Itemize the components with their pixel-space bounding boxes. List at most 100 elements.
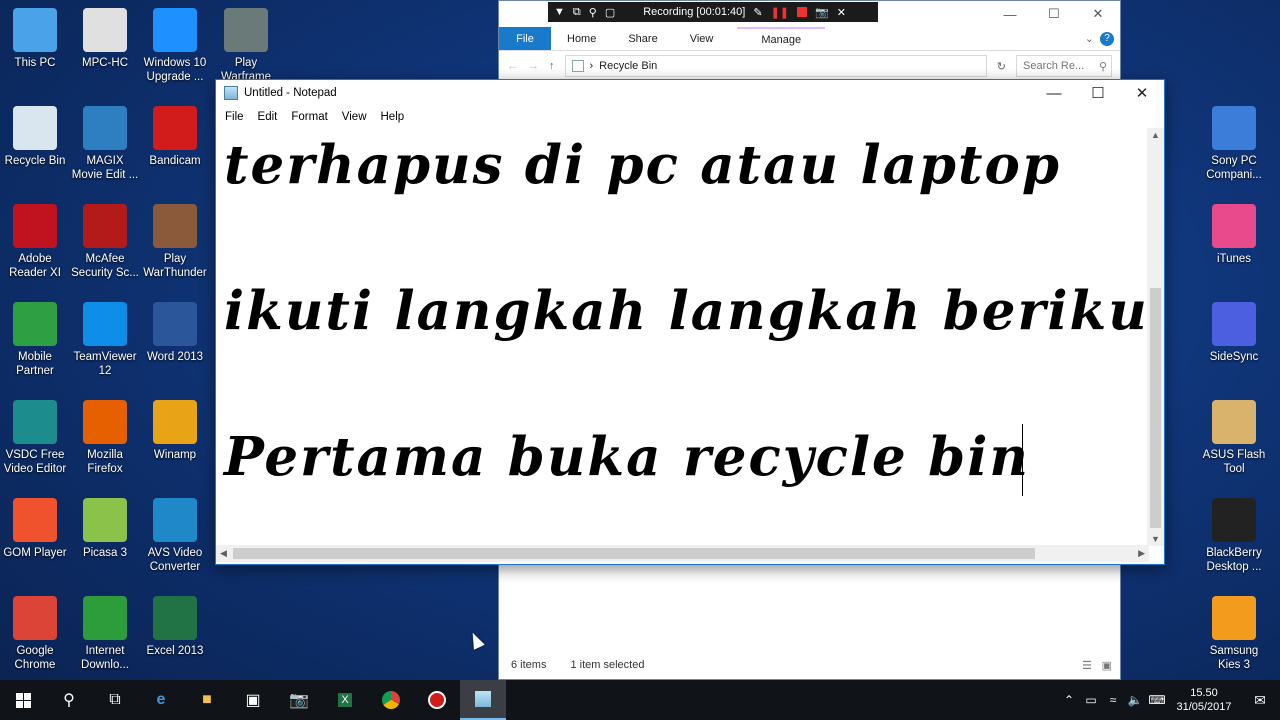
show-hidden-icons-icon[interactable]: ⌃ xyxy=(1058,693,1080,707)
desktop-icon[interactable]: Play WarThunder xyxy=(140,200,210,292)
start-button[interactable] xyxy=(0,680,46,720)
asus-flash-icon xyxy=(1212,400,1256,444)
taskbar-camera[interactable]: 📷 xyxy=(276,680,322,720)
desktop-icon[interactable]: Picasa 3 xyxy=(70,494,140,586)
desktop-icon[interactable]: Recycle Bin xyxy=(0,102,70,194)
breadcrumb[interactable]: Recycle Bin xyxy=(599,60,657,72)
scroll-down-icon[interactable]: ▼ xyxy=(1151,534,1160,544)
large-icons-view-icon[interactable]: ▣ xyxy=(1102,659,1112,672)
vertical-scroll-thumb[interactable] xyxy=(1150,288,1161,528)
desktop-icon[interactable]: Windows 10 Upgrade ... xyxy=(140,4,210,96)
menu-edit[interactable]: Edit xyxy=(251,111,285,123)
recording-toolbar[interactable]: ▼ ⧉ ⚲ ▢ Recording [00:01:40] ✎ ❚❚ 📷 ✕ xyxy=(548,2,878,22)
pause-icon[interactable]: ❚❚ xyxy=(771,6,789,19)
taskbar-excel[interactable]: X xyxy=(322,680,368,720)
maximize-icon[interactable]: ☐ xyxy=(1032,1,1076,27)
desktop-icon[interactable]: Mobile Partner xyxy=(0,298,70,390)
desktop-icon[interactable]: GOM Player xyxy=(0,494,70,586)
taskbar-edge[interactable]: e xyxy=(138,680,184,720)
vertical-scrollbar[interactable]: ▲ ▼ xyxy=(1147,128,1164,546)
fullscreen-icon[interactable]: ▢ xyxy=(605,6,615,19)
horizontal-scrollbar[interactable]: ◀ ▶ xyxy=(216,545,1149,562)
battery-icon[interactable]: ▭ xyxy=(1080,693,1102,707)
help-icon[interactable]: ? xyxy=(1100,32,1114,46)
wifi-icon[interactable]: ≈ xyxy=(1102,693,1124,707)
desktop-icon[interactable]: McAfee Security Sc... xyxy=(70,200,140,292)
notepad-titlebar[interactable]: Untitled - Notepad — ☐ ✕ xyxy=(216,80,1164,106)
desktop-icon[interactable]: ASUS Flash Tool xyxy=(1199,396,1269,488)
dropdown-icon[interactable]: ▼ xyxy=(554,6,565,18)
recording-close-icon[interactable]: ✕ xyxy=(837,6,846,19)
tab-share[interactable]: Share xyxy=(612,27,673,50)
text-editor[interactable]: terhapus di pc atau laptop ikuti langkah… xyxy=(222,128,1150,546)
minimize-icon[interactable]: — xyxy=(1032,80,1076,106)
search-input[interactable]: Search Re... ⚲ xyxy=(1016,55,1112,77)
desktop-icon[interactable]: VSDC Free Video Editor xyxy=(0,396,70,488)
desktop-icon[interactable]: Excel 2013 xyxy=(140,592,210,684)
clock-date: 31/05/2017 xyxy=(1176,701,1232,713)
desktop-icon[interactable]: AVS Video Converter xyxy=(140,494,210,586)
sidesync-icon xyxy=(1212,302,1256,346)
details-view-icon[interactable]: ☰ xyxy=(1082,659,1092,672)
desktop-icon[interactable]: Word 2013 xyxy=(140,298,210,390)
edge-icon: e xyxy=(156,691,166,708)
store-icon: ▣ xyxy=(245,692,261,709)
pencil-icon[interactable]: ✎ xyxy=(753,6,762,19)
notepad-window[interactable]: Untitled - Notepad — ☐ ✕ File Edit Forma… xyxy=(215,79,1165,565)
menu-help[interactable]: Help xyxy=(374,111,412,123)
search-button[interactable]: ⚲ xyxy=(46,680,92,720)
action-center-icon[interactable]: ✉ xyxy=(1240,692,1280,709)
desktop-icon[interactable]: This PC xyxy=(0,4,70,96)
desktop-icon[interactable]: iTunes xyxy=(1199,200,1269,292)
desktop-icon[interactable]: Google Chrome xyxy=(0,592,70,684)
desktop-icon[interactable]: Adobe Reader XI xyxy=(0,200,70,292)
task-view-button[interactable]: ⧉ xyxy=(92,680,138,720)
close-icon[interactable]: ✕ xyxy=(1076,1,1120,27)
refresh-icon[interactable]: ↻ xyxy=(997,60,1006,73)
desktop-icon[interactable]: Mozilla Firefox xyxy=(70,396,140,488)
taskbar-store[interactable]: ▣ xyxy=(230,680,276,720)
tab-file[interactable]: File xyxy=(499,27,551,50)
maximize-icon[interactable]: ☐ xyxy=(1076,80,1120,106)
close-icon[interactable]: ✕ xyxy=(1120,80,1164,106)
desktop-icon[interactable]: Internet Downlo... xyxy=(70,592,140,684)
taskbar-file-explorer[interactable]: ■ xyxy=(184,680,230,720)
desktop-icon[interactable]: Samsung Kies 3 xyxy=(1199,592,1269,684)
camera-icon[interactable]: 📷 xyxy=(815,6,829,19)
up-arrow-icon[interactable]: ↑ xyxy=(549,60,555,72)
taskbar-chrome[interactable] xyxy=(368,680,414,720)
desktop-icon[interactable]: MPC-HC xyxy=(70,4,140,96)
address-bar[interactable]: › Recycle Bin xyxy=(564,55,987,77)
minimize-icon[interactable]: — xyxy=(988,1,1032,27)
scroll-left-icon[interactable]: ◀ xyxy=(220,548,227,559)
clock-time: 15.50 xyxy=(1190,687,1218,699)
desktop-icon[interactable]: TeamViewer 12 xyxy=(70,298,140,390)
forward-arrow-icon[interactable]: → xyxy=(528,60,539,72)
clock[interactable]: 15.50 31/05/2017 xyxy=(1168,686,1240,714)
desktop-icon[interactable]: Winamp xyxy=(140,396,210,488)
menu-format[interactable]: Format xyxy=(284,111,334,123)
keyboard-icon[interactable]: ⌨ xyxy=(1146,693,1168,707)
zoom-icon[interactable]: ⚲ xyxy=(589,6,597,19)
tab-home[interactable]: Home xyxy=(551,27,612,50)
stop-icon[interactable] xyxy=(797,7,808,17)
desktop-icon[interactable]: Sony PC Compani... xyxy=(1199,102,1269,194)
tab-manage[interactable]: Manage xyxy=(737,27,826,50)
tab-view[interactable]: View xyxy=(674,27,730,50)
window-mode-icon[interactable]: ⧉ xyxy=(573,6,581,19)
menu-file[interactable]: File xyxy=(218,111,251,123)
ribbon-expand-icon[interactable]: ⌄ xyxy=(1085,32,1094,45)
scroll-right-icon[interactable]: ▶ xyxy=(1138,548,1145,559)
horizontal-scroll-thumb[interactable] xyxy=(233,548,1035,559)
scroll-up-icon[interactable]: ▲ xyxy=(1151,130,1160,140)
taskbar-bandicam[interactable] xyxy=(414,680,460,720)
back-arrow-icon[interactable]: ← xyxy=(507,60,518,72)
volume-icon[interactable]: 🔈 xyxy=(1124,693,1146,707)
desktop-icon[interactable]: Bandicam xyxy=(140,102,210,194)
desktop-icon[interactable]: BlackBerry Desktop ... xyxy=(1199,494,1269,586)
desktop-icon[interactable]: SideSync xyxy=(1199,298,1269,390)
menu-view[interactable]: View xyxy=(335,111,374,123)
desktop-icon[interactable]: MAGIX Movie Edit ... xyxy=(70,102,140,194)
taskbar-notepad[interactable] xyxy=(460,680,506,720)
gom-player-icon xyxy=(13,498,57,542)
